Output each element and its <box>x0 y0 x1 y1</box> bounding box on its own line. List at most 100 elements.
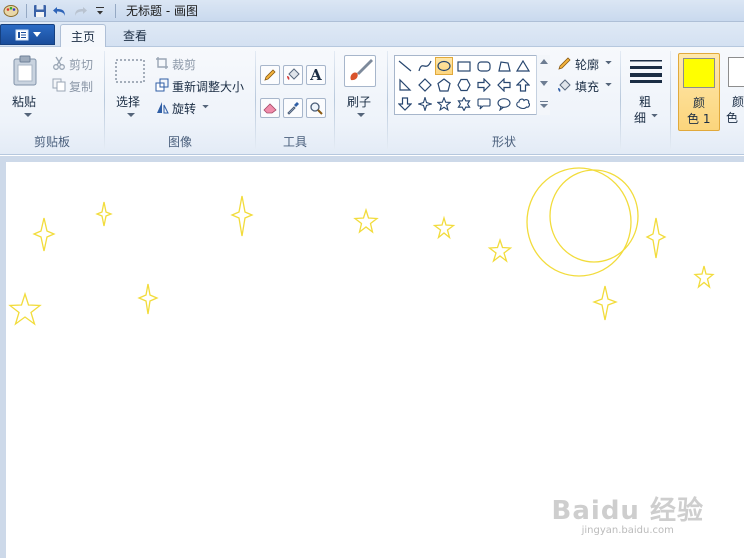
chevron-down-icon[interactable] <box>24 113 32 118</box>
star-5pt <box>353 207 379 234</box>
canvas-work-area: Baidu 经验 jingyan.baidu.com <box>0 156 744 558</box>
cut-button[interactable]: 剪切 <box>69 56 93 73</box>
fill-button[interactable]: 填充 <box>575 78 599 95</box>
four-point-star-shape-icon[interactable] <box>416 95 434 113</box>
star-5pt <box>693 265 715 289</box>
fill-tool[interactable] <box>283 65 303 85</box>
color1-swatch <box>683 58 715 88</box>
color-picker-tool[interactable] <box>283 98 303 118</box>
size-label-line1[interactable]: 粗 <box>639 93 651 110</box>
resize-button[interactable]: 重新调整大小 <box>172 78 244 95</box>
oval-callout-shape-icon[interactable] <box>495 95 513 113</box>
rounded-callout-shape-icon[interactable] <box>475 95 493 113</box>
diamond-shape-icon[interactable] <box>416 76 434 94</box>
hexagon-shape-icon[interactable] <box>455 76 473 94</box>
paste-button[interactable]: 粘贴 <box>12 93 36 110</box>
scroll-up-icon[interactable] <box>540 59 548 64</box>
menu-icon <box>15 29 28 40</box>
tab-home[interactable]: 主页 <box>60 24 106 47</box>
magnifier-tool[interactable] <box>306 98 326 118</box>
pencil-icon <box>264 69 276 81</box>
title-bar: 无标题 - 画图 <box>0 0 744 22</box>
watermark-logo: Baidu 经验 <box>551 496 704 526</box>
six-point-star-shape-icon[interactable] <box>455 95 473 113</box>
rounded-rectangle-shape-icon[interactable] <box>475 57 493 75</box>
chevron-down-icon[interactable] <box>651 114 658 118</box>
color1-button[interactable]: 颜 色 1 <box>678 53 720 131</box>
star-4pt <box>95 201 113 227</box>
chevron-down-icon <box>32 31 41 37</box>
redo-icon[interactable] <box>71 2 89 20</box>
paint-app-icon[interactable] <box>2 2 20 20</box>
crop-button[interactable]: 裁剪 <box>172 56 196 73</box>
chevron-down-icon[interactable] <box>605 61 612 65</box>
color2-swatch <box>728 57 744 87</box>
size-label-line2[interactable]: 细 <box>634 109 646 126</box>
brushes-button[interactable]: 刷子 <box>347 93 371 110</box>
clipboard-group-label: 剪贴板 <box>33 135 70 149</box>
color2-label-line1: 颜 <box>732 95 744 109</box>
select-button[interactable]: 选择 <box>116 93 140 110</box>
right-arrow-shape-icon[interactable] <box>475 76 493 94</box>
outline-icon <box>557 57 573 74</box>
expand-gallery-icon[interactable] <box>540 101 548 109</box>
curve-shape-icon[interactable] <box>416 57 434 75</box>
color1-label-line2: 色 1 <box>687 112 711 126</box>
ribbon-tab-row: 主页 查看 <box>0 22 744 47</box>
star-4pt <box>592 285 618 321</box>
color2-button[interactable]: 颜 色 <box>724 53 744 131</box>
customize-toolbar-icon[interactable] <box>91 2 109 20</box>
rotate-button[interactable]: 旋转 <box>172 100 196 117</box>
select-icon[interactable] <box>115 59 145 88</box>
scroll-down-icon[interactable] <box>540 81 548 86</box>
shapes-scrollbar[interactable] <box>536 55 550 115</box>
undo-icon[interactable] <box>51 2 69 20</box>
paste-icon[interactable] <box>12 55 40 90</box>
outline-button[interactable]: 轮廓 <box>575 56 599 73</box>
eyedropper-icon <box>287 102 299 115</box>
left-arrow-shape-icon[interactable] <box>495 76 513 94</box>
triangle-shape-icon[interactable] <box>514 57 532 75</box>
rotate-icon <box>155 100 169 117</box>
chevron-down-icon[interactable] <box>605 83 612 87</box>
pencil-tool[interactable] <box>260 65 280 85</box>
oval-shape-icon[interactable] <box>435 57 453 75</box>
star-5pt <box>432 215 456 240</box>
save-icon[interactable] <box>31 2 49 20</box>
text-tool[interactable]: A <box>306 65 326 85</box>
line-shape-icon[interactable] <box>396 57 414 75</box>
eraser-icon <box>263 103 277 114</box>
down-arrow-shape-icon[interactable] <box>396 95 414 113</box>
tools-group-label: 工具 <box>282 135 307 149</box>
up-arrow-shape-icon[interactable] <box>514 76 532 94</box>
chevron-down-icon[interactable] <box>127 113 135 118</box>
copy-icon <box>52 78 66 95</box>
star-4pt <box>32 217 56 252</box>
copy-button[interactable]: 复制 <box>69 78 93 95</box>
brushes-group: 刷子 <box>335 47 387 153</box>
paint-menu-button[interactable] <box>0 24 55 45</box>
shapes-gallery <box>394 55 550 115</box>
color2-label-line2: 色 <box>726 111 739 125</box>
color1-label-line1: 颜 <box>693 96 706 110</box>
pentagon-shape-icon[interactable] <box>435 76 453 94</box>
chevron-down-icon[interactable] <box>357 113 365 118</box>
cut-icon <box>52 56 66 73</box>
group-separator <box>670 51 671 149</box>
right-triangle-shape-icon[interactable] <box>396 76 414 94</box>
shapes-group-label: 形状 <box>491 135 516 149</box>
text-icon: A <box>310 66 322 84</box>
fill-icon <box>557 79 573 96</box>
star-4pt <box>137 283 159 315</box>
group-separator <box>620 51 621 149</box>
brush-icon[interactable] <box>344 55 376 87</box>
tab-view[interactable]: 查看 <box>114 24 156 47</box>
cloud-callout-shape-icon[interactable] <box>514 95 532 113</box>
five-point-star-shape-icon[interactable] <box>435 95 453 113</box>
chevron-down-icon[interactable] <box>202 105 209 109</box>
drawing-canvas[interactable]: Baidu 经验 jingyan.baidu.com <box>6 162 744 558</box>
rectangle-shape-icon[interactable] <box>455 57 473 75</box>
polygon-shape-icon[interactable] <box>495 57 513 75</box>
eraser-tool[interactable] <box>260 98 280 118</box>
line-width-icon[interactable] <box>630 59 662 86</box>
